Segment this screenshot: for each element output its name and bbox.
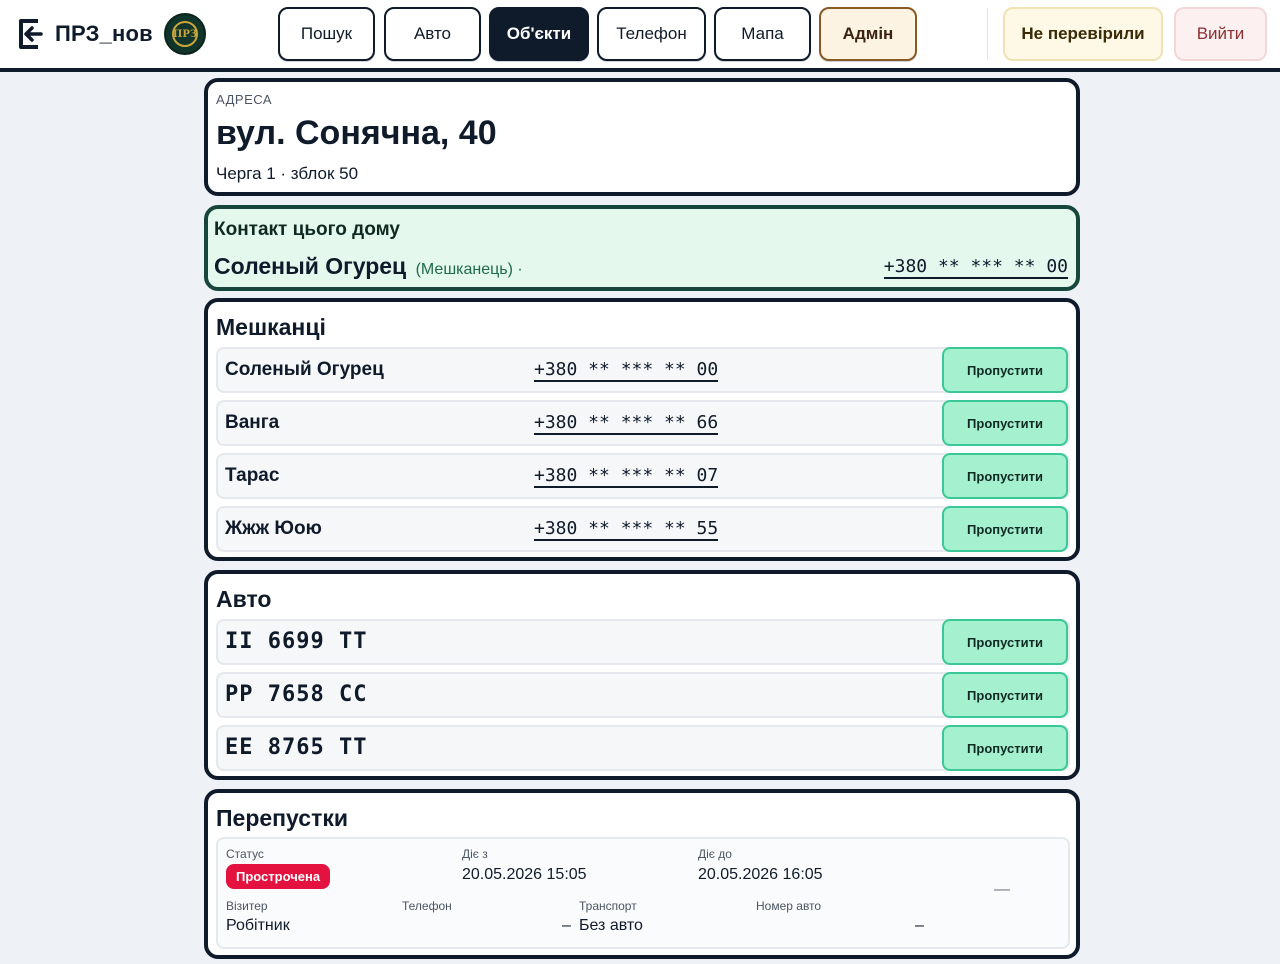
pass-from-value: 20.05.2026 15:05 bbox=[462, 866, 587, 883]
resident-phone-link[interactable]: +380 ** *** ** 55 bbox=[534, 519, 719, 541]
address-street: вул. Сонячна, 40 bbox=[216, 114, 497, 152]
resident-row: Ванга +380 ** *** ** 66 Пропустити bbox=[216, 400, 1070, 446]
address-card: АДРЕСА вул. Сонячна, 40 Черга 1 · зблок … bbox=[204, 78, 1080, 196]
emblem-logo: ПРЗ bbox=[164, 13, 206, 55]
contact-title: Контакт цього дому bbox=[214, 219, 400, 240]
pass-phone-label: Телефон bbox=[402, 899, 452, 913]
tab-search[interactable]: Пошук bbox=[278, 7, 375, 61]
resident-phone-link[interactable]: +380 ** *** ** 00 bbox=[534, 360, 719, 382]
contact-role: (Мешканець) · bbox=[415, 261, 523, 278]
car-skip-button[interactable]: Пропустити bbox=[942, 725, 1068, 771]
top-bar: ПРЗ_нов ПРЗ Пошук Авто Об'єкти Телефон М… bbox=[0, 0, 1280, 72]
resident-phone-link[interactable]: +380 ** *** ** 66 bbox=[534, 413, 719, 435]
pass-status-label: Статус bbox=[226, 847, 264, 861]
resident-skip-button[interactable]: Пропустити bbox=[942, 506, 1068, 552]
pass-phone-value: – bbox=[562, 917, 571, 934]
residents-card: Мешканці Соленый Огурец +380 ** *** ** 0… bbox=[204, 298, 1080, 561]
car-row: PP 7658 CC Пропустити bbox=[216, 672, 1070, 718]
car-skip-button[interactable]: Пропустити bbox=[942, 619, 1068, 665]
pass-status-badge: Прострочена bbox=[226, 864, 331, 889]
pass-extra-value: — bbox=[994, 881, 1010, 898]
tab-cars[interactable]: Авто bbox=[384, 7, 481, 61]
car-row: EE 8765 TT Пропустити bbox=[216, 725, 1070, 771]
car-plate: EE 8765 TT bbox=[225, 735, 368, 760]
resident-skip-button[interactable]: Пропустити bbox=[942, 347, 1068, 393]
pass-to-label: Діє до bbox=[698, 847, 732, 861]
logout-button[interactable]: Вийти bbox=[1174, 7, 1267, 61]
passes-card: Перепустки Статус Прострочена Діє з 20.0… bbox=[204, 789, 1080, 959]
cars-card: Авто II 6699 TT Пропустити PP 7658 CC Пр… bbox=[204, 570, 1080, 780]
tab-phone[interactable]: Телефон bbox=[597, 7, 706, 61]
passes-title: Перепустки bbox=[216, 805, 348, 831]
tab-objects[interactable]: Об'єкти bbox=[489, 7, 589, 61]
contact-phone-link[interactable]: +380 ** *** ** 00 bbox=[883, 257, 1068, 279]
header-divider bbox=[987, 8, 988, 60]
pass-transport-label: Транспорт bbox=[579, 899, 637, 913]
resident-skip-button[interactable]: Пропустити bbox=[942, 400, 1068, 446]
resident-row: Тарас +380 ** *** ** 07 Пропустити bbox=[216, 453, 1070, 499]
address-caption: АДРЕСА bbox=[216, 92, 273, 107]
contact-name: Соленый Огурец (Мешканець) · bbox=[214, 253, 523, 280]
cars-title: Авто bbox=[216, 586, 272, 612]
contact-name-text: Соленый Огурец bbox=[214, 253, 407, 279]
exit-door-icon[interactable] bbox=[16, 18, 44, 50]
pass-visitor-label: Візитер bbox=[226, 899, 268, 913]
resident-name: Жжж Юою bbox=[225, 518, 322, 539]
pass-to-value: 20.05.2026 16:05 bbox=[698, 866, 823, 883]
contact-card: Контакт цього дому Соленый Огурец (Мешка… bbox=[204, 205, 1080, 291]
pass-plate-value: – bbox=[915, 917, 924, 934]
app-title: ПРЗ_нов bbox=[55, 21, 153, 46]
tab-map[interactable]: Мапа bbox=[714, 7, 811, 61]
pass-from-label: Діє з bbox=[462, 847, 488, 861]
pass-plate-label: Номер авто bbox=[756, 899, 822, 913]
resident-name: Тарас bbox=[225, 465, 280, 486]
unchecked-button[interactable]: Не перевірили bbox=[1003, 7, 1163, 61]
resident-row: Соленый Огурец +380 ** *** ** 00 Пропуст… bbox=[216, 347, 1070, 393]
address-meta: Черга 1 · зблок 50 bbox=[216, 164, 359, 183]
resident-row: Жжж Юою +380 ** *** ** 55 Пропустити bbox=[216, 506, 1070, 552]
car-plate: II 6699 TT bbox=[225, 629, 368, 654]
emblem-text: ПРЗ bbox=[172, 21, 198, 47]
car-row: II 6699 TT Пропустити bbox=[216, 619, 1070, 665]
residents-title: Мешканці bbox=[216, 314, 326, 340]
resident-phone-link[interactable]: +380 ** *** ** 07 bbox=[534, 466, 719, 488]
pass-visitor-value: Робітник bbox=[226, 917, 290, 934]
resident-name: Соленый Огурец bbox=[225, 359, 384, 380]
car-plate: PP 7658 CC bbox=[225, 682, 368, 707]
tab-admin[interactable]: Адмін bbox=[819, 7, 917, 61]
pass-item: Статус Прострочена Діє з 20.05.2026 15:0… bbox=[216, 837, 1070, 949]
pass-transport-value: Без авто bbox=[579, 917, 643, 934]
car-skip-button[interactable]: Пропустити bbox=[942, 672, 1068, 718]
resident-name: Ванга bbox=[225, 412, 280, 433]
resident-skip-button[interactable]: Пропустити bbox=[942, 453, 1068, 499]
